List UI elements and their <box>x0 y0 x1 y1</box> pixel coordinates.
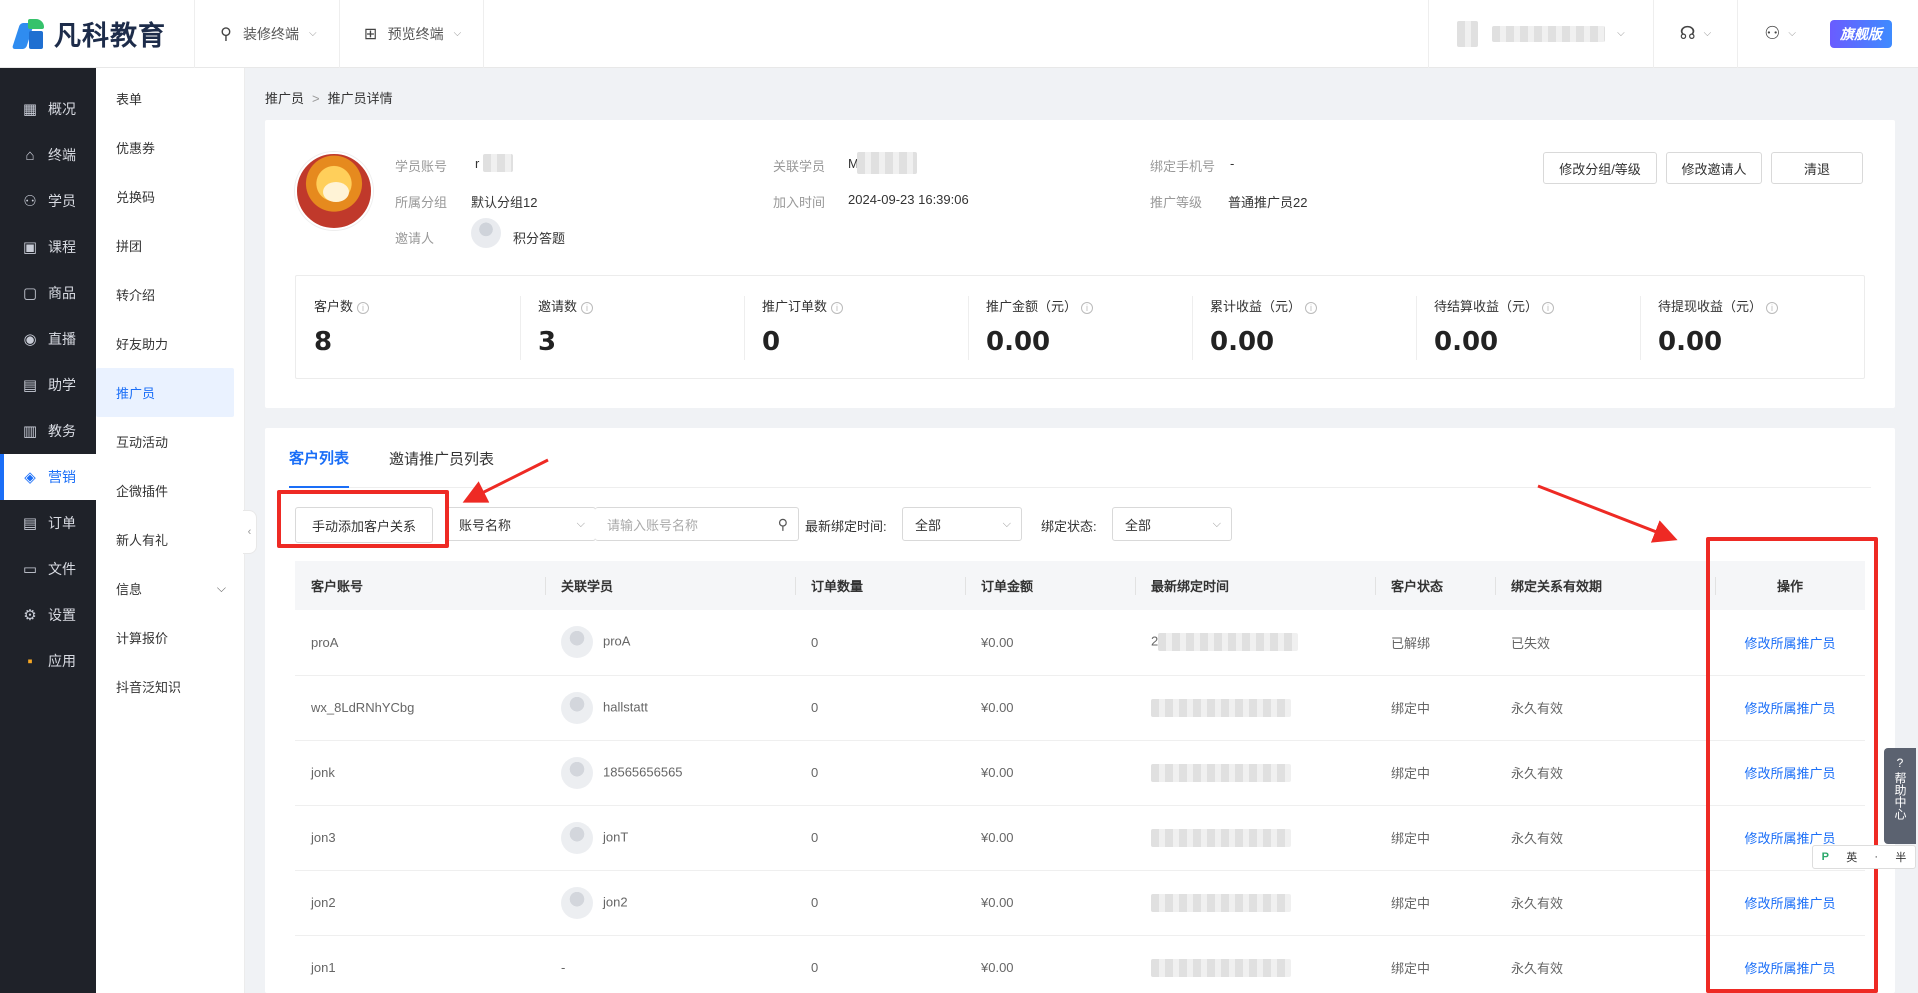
help-center-label: 帮助中心 <box>1893 772 1907 820</box>
arrow-to-action-column <box>1537 484 1678 543</box>
annotation-arrows <box>462 458 1678 543</box>
ime-toolbar[interactable]: P 英 · 半 <box>1812 845 1916 869</box>
ime-width[interactable]: 半 <box>1895 849 1906 865</box>
ime-dot: · <box>1874 851 1879 863</box>
question-icon: ? <box>1896 756 1904 770</box>
ime-logo-icon: P <box>1821 851 1829 863</box>
help-center-button[interactable]: ? 帮助中心 <box>1884 748 1916 844</box>
arrow-to-add-button <box>462 458 549 503</box>
ime-lang[interactable]: 英 <box>1846 849 1857 865</box>
